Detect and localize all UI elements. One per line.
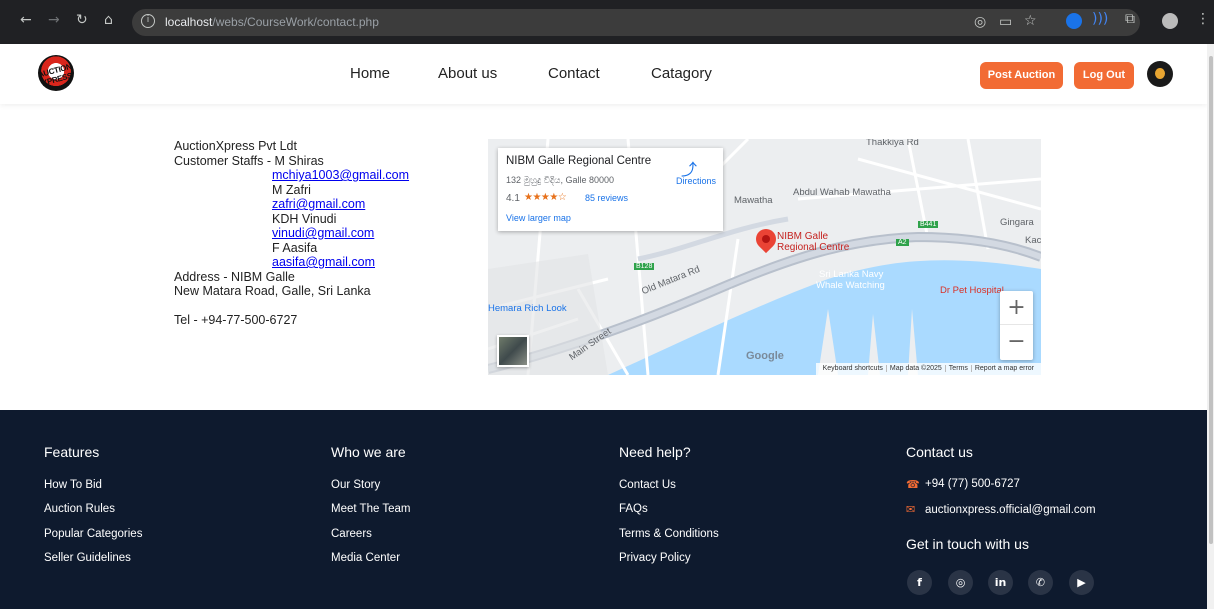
footer-heading-contact: Contact us xyxy=(906,444,973,460)
place-name: NIBM Galle Regional Centre xyxy=(506,155,652,167)
map-label: Regional Centre xyxy=(777,242,850,253)
staff-email-link[interactable]: vinudi@gmail.com xyxy=(272,226,374,240)
road-badge: B441 xyxy=(918,221,939,228)
keyboard-shortcuts-link[interactable]: Keyboard shortcuts xyxy=(819,365,887,372)
map-label: Hemara Rich Look xyxy=(488,303,567,314)
eye-off-icon[interactable]: ◎ xyxy=(974,14,986,30)
footer-link[interactable]: Contact Us xyxy=(619,479,676,491)
google-logo: Google xyxy=(746,350,784,362)
auction-xpress-logo[interactable]: AUCTION XPRESS xyxy=(37,55,74,91)
site-info-icon[interactable]: i xyxy=(141,14,155,28)
embedded-map[interactable]: NIBM Galle Regional Centre 132 මුහුදු වී… xyxy=(488,139,1041,375)
reload-icon[interactable]: ↻ xyxy=(76,12,88,28)
staff-name: F Aasifa xyxy=(272,240,318,255)
menu-kebab-icon[interactable]: ⋮ xyxy=(1196,11,1210,27)
nav-about[interactable]: About us xyxy=(438,65,497,82)
staff-email-link[interactable]: zafri@gmail.com xyxy=(272,197,365,211)
map-label: Thakkiya Rd xyxy=(866,139,919,148)
extension-icon[interactable] xyxy=(1066,13,1082,29)
map-label: Gingara xyxy=(1000,217,1034,228)
mail-icon: ✉ xyxy=(906,503,916,516)
reviews-link[interactable]: 85 reviews xyxy=(585,193,628,203)
road-badge: B128 xyxy=(634,263,655,270)
footer-link[interactable]: Seller Guidelines xyxy=(44,552,131,564)
footer-link[interactable]: Popular Categories xyxy=(44,528,142,540)
youtube-icon[interactable]: ▶ xyxy=(1069,570,1094,595)
map-data-text: Map data ©2025 xyxy=(886,365,946,372)
footer-heading-who: Who we are xyxy=(331,444,406,460)
site-footer: Features How To Bid Auction Rules Popula… xyxy=(0,410,1207,609)
company-name: AuctionXpress Pvt Ldt xyxy=(174,139,297,153)
footer-link[interactable]: How To Bid xyxy=(44,479,102,491)
road-badge: A2 xyxy=(896,239,909,246)
place-rating: 4.1 xyxy=(506,193,520,204)
staff-email-link[interactable]: aasifa@gmail.com xyxy=(272,255,375,269)
footer-link[interactable]: Privacy Policy xyxy=(619,552,691,564)
map-label: Mawatha xyxy=(734,195,773,206)
footer-link[interactable]: Auction Rules xyxy=(44,503,115,515)
map-label: NIBM Galle xyxy=(777,231,829,242)
get-in-touch-heading: Get in touch with us xyxy=(906,536,1029,552)
view-larger-map-link[interactable]: View larger map xyxy=(506,213,571,223)
star-rating-icon: ★★★★☆ xyxy=(524,192,567,203)
zoom-in-icon[interactable]: + xyxy=(1000,291,1033,325)
map-label: Kac xyxy=(1025,235,1041,246)
map-label: Sri Lanka Navy xyxy=(819,269,884,280)
map-label: Dr Pet Hospital xyxy=(940,285,1004,296)
map-attribution: Keyboard shortcuts Map data ©2025 Terms Rep… xyxy=(815,363,1041,375)
staff-email-link[interactable]: mchiya1003@gmail.com xyxy=(272,168,409,182)
footer-heading-help: Need help? xyxy=(619,444,691,460)
address-line: New Matara Road, Galle, Sri Lanka xyxy=(174,284,371,298)
contact-details: AuctionXpress Pvt Ldt Customer Staffs - … xyxy=(174,139,409,327)
read-aloud-icon[interactable]: ))) xyxy=(1092,11,1108,27)
nav-home[interactable]: Home xyxy=(350,65,390,82)
staff-name: M Zafri xyxy=(272,182,311,197)
map-label: Abdul Wahab Mawatha xyxy=(793,187,891,198)
back-icon[interactable]: ← xyxy=(20,12,32,28)
instagram-icon[interactable]: ◎ xyxy=(948,570,973,595)
footer-link[interactable]: Media Center xyxy=(331,552,400,564)
tab-icon[interactable]: ▭ xyxy=(999,14,1012,30)
map-label: Whale Watching xyxy=(816,280,885,291)
logout-button[interactable]: Log Out xyxy=(1074,62,1134,89)
footer-heading-features: Features xyxy=(44,444,100,460)
nav-category[interactable]: Catagory xyxy=(651,65,712,82)
avatar[interactable] xyxy=(1147,61,1173,87)
site-header: AUCTION XPRESS Home About us Contact Cat… xyxy=(0,44,1207,104)
post-auction-button[interactable]: Post Auction xyxy=(980,62,1063,89)
footer-link[interactable]: Careers xyxy=(331,528,372,540)
home-icon[interactable]: ⌂ xyxy=(104,12,113,28)
extensions-puzzle-icon[interactable]: ⧉ xyxy=(1125,11,1135,27)
linkedin-icon[interactable]: in xyxy=(988,570,1013,595)
satellite-toggle[interactable] xyxy=(497,335,529,367)
footer-link[interactable]: Meet The Team xyxy=(331,503,410,515)
address-line: Address - NIBM Galle xyxy=(174,269,295,284)
profile-icon[interactable] xyxy=(1162,13,1178,29)
footer-phone[interactable]: +94 (77) 500-6727 xyxy=(925,478,1020,490)
terms-link[interactable]: Terms xyxy=(945,365,972,372)
bookmark-star-icon[interactable]: ☆ xyxy=(1024,13,1037,29)
address-bar[interactable]: i localhost/webs/CourseWork/contact.php … xyxy=(132,9,1140,36)
zoom-out-icon[interactable]: − xyxy=(1000,325,1033,359)
scrollbar-thumb[interactable] xyxy=(1209,56,1213,544)
staff-header: Customer Staffs - M Shiras xyxy=(174,153,324,168)
forward-icon[interactable]: → xyxy=(48,12,60,28)
staff-name: KDH Vinudi xyxy=(272,211,337,226)
facebook-icon[interactable]: f xyxy=(907,570,932,595)
url-text[interactable]: localhost/webs/CourseWork/contact.php xyxy=(165,15,379,29)
directions-link[interactable]: Directions xyxy=(676,176,716,186)
footer-link[interactable]: Our Story xyxy=(331,479,380,491)
place-info-card: NIBM Galle Regional Centre 132 මුහුදු වී… xyxy=(498,148,723,231)
nav-contact[interactable]: Contact xyxy=(548,65,600,82)
place-address: 132 මුහුදු වීදිය, Galle 80000 xyxy=(506,175,615,185)
telephone: Tel - +94-77-500-6727 xyxy=(174,312,298,327)
report-error-link[interactable]: Report a map error xyxy=(972,365,1037,372)
phone-icon: ☎ xyxy=(906,478,920,491)
whatsapp-icon[interactable]: ✆ xyxy=(1028,570,1053,595)
zoom-controls: + − xyxy=(1000,291,1033,360)
footer-link[interactable]: FAQs xyxy=(619,503,648,515)
footer-email[interactable]: auctionxpress.official@gmail.com xyxy=(925,504,1096,516)
browser-toolbar: ← → ↻ ⌂ i localhost/webs/CourseWork/cont… xyxy=(0,0,1214,44)
footer-link[interactable]: Terms & Conditions xyxy=(619,528,719,540)
